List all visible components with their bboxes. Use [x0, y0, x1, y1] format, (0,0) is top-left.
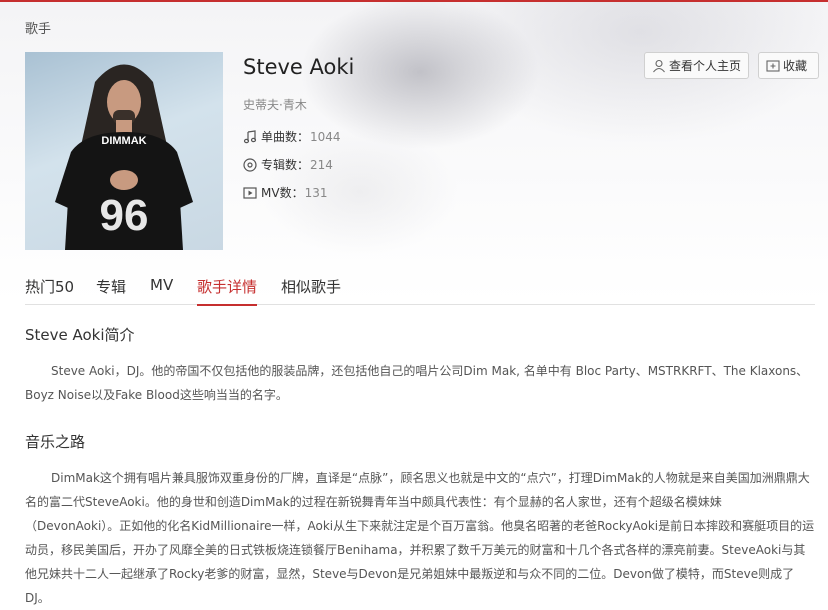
stat-mv: MV数： 131 — [243, 184, 327, 201]
artist-tabs: 热门50 专辑 MV 歌手详情 相似歌手 — [25, 270, 815, 306]
music-note-icon — [243, 129, 257, 144]
stat-songs-value: 1044 — [310, 129, 341, 144]
play-icon — [243, 186, 257, 200]
artist-name: Steve Aoki — [243, 55, 355, 79]
shirt-logo: DIMMAK — [101, 135, 146, 147]
tab-artist-details[interactable]: 歌手详情 — [197, 276, 258, 306]
tab-albums[interactable]: 专辑 — [96, 276, 126, 304]
stat-songs: 单曲数： 1044 — [243, 128, 341, 145]
shirt-number: 96 — [100, 191, 149, 240]
music-career-title: 音乐之路 — [25, 433, 86, 451]
add-folder-icon — [766, 59, 780, 73]
tab-hot50[interactable]: 热门50 — [25, 276, 74, 304]
artist-avatar: DIMMAK 96 — [25, 52, 223, 250]
stat-mv-value: 131 — [304, 185, 328, 200]
collect-label: 收藏 — [783, 59, 808, 73]
collect-button[interactable]: 收藏 — [758, 52, 819, 79]
stat-albums: 专辑数： 214 — [243, 156, 333, 173]
intro-text: Steve Aoki，DJ。他的帝国不仅包括他的服装品牌，还包括他自己的唱片公司… — [25, 364, 809, 402]
stat-albums-value: 214 — [310, 157, 333, 172]
breadcrumb: 歌手 — [25, 22, 52, 37]
tab-mv[interactable]: MV — [150, 276, 173, 304]
disc-icon — [243, 157, 257, 172]
music-career-text: DimMak这个拥有唱片兼具服饰双重身份的厂牌，直译是“点脉”，顾名思义也就是中… — [25, 471, 815, 605]
stat-albums-label: 专辑数： — [261, 158, 310, 172]
intro-title: Steve Aoki简介 — [25, 326, 135, 344]
view-homepage-button[interactable]: 查看个人主页 — [644, 52, 749, 79]
stat-mv-label: MV数： — [261, 186, 304, 200]
artist-photo: DIMMAK 96 — [55, 64, 193, 250]
artist-alias: 史蒂夫·青木 — [243, 98, 307, 112]
user-icon — [652, 59, 666, 73]
stat-songs-label: 单曲数： — [261, 130, 310, 144]
view-homepage-label: 查看个人主页 — [669, 59, 742, 73]
tab-similar-artists[interactable]: 相似歌手 — [281, 276, 341, 304]
